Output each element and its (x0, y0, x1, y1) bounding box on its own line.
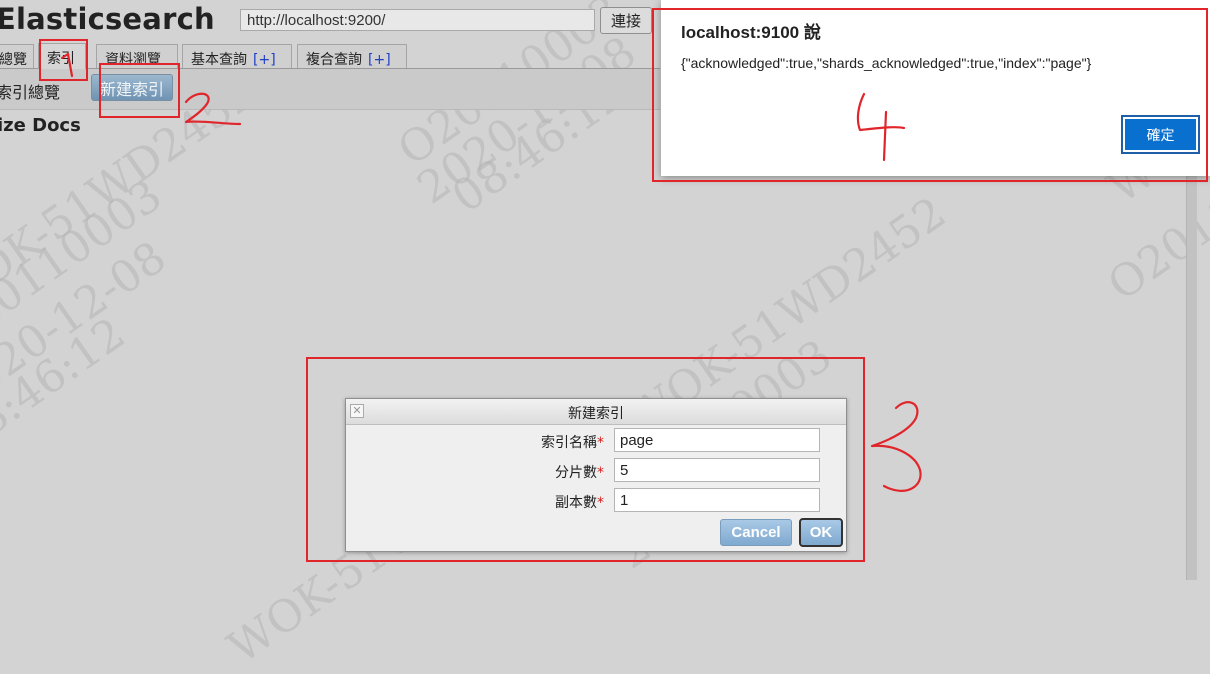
tab-bar: 總覽 索引 資料瀏覽 基本查詢 [+] 複合查詢 [+] (0, 40, 660, 69)
alert-ok-button[interactable]: 確定 (1121, 115, 1200, 154)
tab-label: 總覽 (0, 52, 27, 68)
watermark-text: 08:46:12 (0, 307, 135, 464)
browser-alert: localhost:9100 說 {"acknowledged":true,"s… (661, 0, 1210, 176)
annotation-number-3 (870, 401, 922, 492)
new-index-dialog: ✕ 新建索引 索引名稱* 分片數* 副本數* Cancel OK (345, 398, 847, 552)
replicas-input[interactable] (614, 488, 820, 512)
shards-input[interactable] (614, 458, 820, 482)
shards-label: 分片數* (474, 462, 604, 482)
replicas-label: 副本數* (474, 492, 604, 512)
index-name-input[interactable] (614, 428, 820, 452)
watermark-text: 2020-12-08 (0, 231, 176, 420)
dialog-title-bar[interactable]: ✕ 新建索引 (346, 399, 846, 425)
required-mark: * (597, 495, 604, 511)
field-label-text: 分片數 (555, 465, 597, 481)
new-index-button[interactable]: 新建索引 (91, 74, 173, 101)
page-title: 索引總覽 (0, 83, 61, 102)
tab-label: 資料瀏覽 (105, 52, 161, 68)
watermark-text: O20110003 (0, 170, 172, 361)
tab-basic-query[interactable]: 基本查詢 [+] (182, 44, 292, 68)
tab-browser[interactable]: 資料瀏覽 (96, 44, 178, 68)
alert-message: {"acknowledged":true,"shards_acknowledge… (681, 55, 1092, 71)
tab-indices[interactable]: 索引 (38, 43, 86, 69)
field-label-text: 索引名稱 (541, 435, 597, 451)
ok-button[interactable]: OK (799, 518, 843, 547)
tab-label: 基本查詢 (191, 52, 247, 68)
tab-compound-query[interactable]: 複合查詢 [+] (297, 44, 407, 68)
tab-add-link[interactable]: [+] (253, 52, 276, 68)
alert-title: localhost:9100 說 (681, 23, 821, 42)
connect-button[interactable]: 連接 (600, 7, 652, 34)
required-mark: * (597, 435, 604, 451)
cancel-button[interactable]: Cancel (720, 519, 792, 546)
scrollbar[interactable] (1186, 176, 1197, 580)
field-label-text: 副本數 (555, 495, 597, 511)
app-title: Elasticsearch (0, 2, 215, 36)
index-name-label: 索引名稱* (474, 432, 604, 452)
tab-label: 複合查詢 (306, 52, 362, 68)
tab-add-link[interactable]: [+] (368, 52, 391, 68)
dialog-title: 新建索引 (568, 406, 624, 422)
tab-label: 索引 (47, 51, 75, 67)
required-mark: * (597, 465, 604, 481)
tab-overview[interactable]: 總覽 (0, 44, 34, 68)
cluster-url-input[interactable] (240, 9, 595, 31)
table-column-header: ize Docs (0, 115, 81, 136)
